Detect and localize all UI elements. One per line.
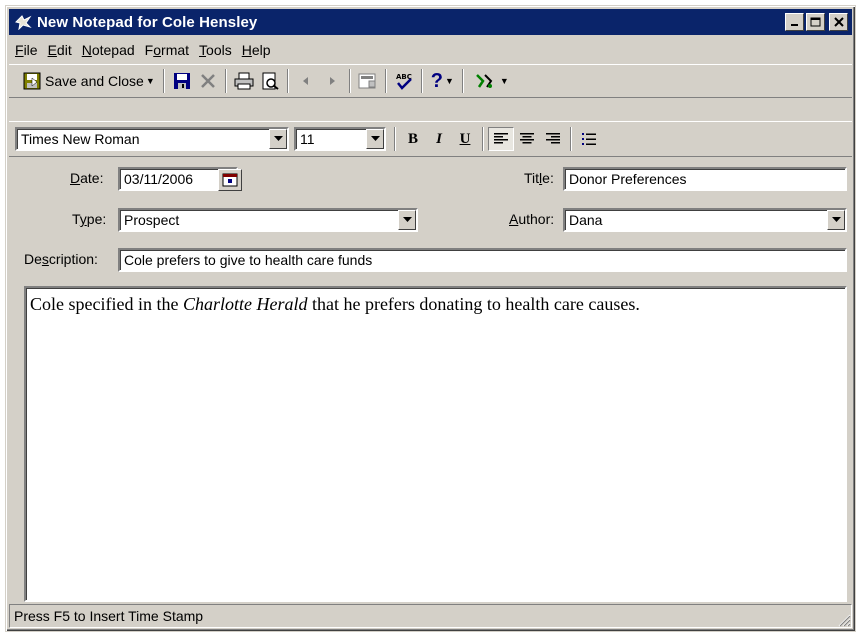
menu-format[interactable]: Format: [140, 42, 194, 58]
author-dropdown-icon[interactable]: [827, 210, 845, 230]
save-and-close-label: Save and Close: [45, 73, 144, 89]
description-label: Description:: [24, 251, 98, 267]
help-button[interactable]: ? ▼: [427, 68, 458, 94]
tools-icon: [474, 70, 496, 92]
align-right-icon: [546, 133, 560, 144]
bullets-icon: [582, 133, 596, 145]
title-value: Donor Preferences: [569, 171, 687, 187]
notepad-window: New Notepad for Cole Hensley File Edit Not…: [5, 5, 856, 632]
font-size-dropdown-icon[interactable]: [366, 129, 384, 149]
author-value: Dana: [569, 212, 603, 228]
toolbar-separator: [224, 69, 227, 93]
menu-tools[interactable]: Tools: [194, 42, 237, 58]
spell-check-icon[interactable]: ABC: [393, 70, 415, 92]
align-center-button[interactable]: [514, 127, 540, 151]
description-value: Cole prefers to give to health care fund…: [124, 252, 373, 268]
date-label: Date:: [70, 170, 104, 186]
next-icon[interactable]: [321, 70, 343, 92]
status-bar: Press F5 to Insert Time Stamp: [9, 604, 852, 628]
tools-dropdown-icon[interactable]: ▼: [500, 76, 509, 86]
save-and-close-dropdown-icon[interactable]: ▼: [146, 76, 155, 86]
note-text-italic: Charlotte Herald: [182, 294, 308, 314]
help-dropdown-icon[interactable]: ▼: [445, 76, 454, 86]
font-size-value: 11: [300, 131, 315, 147]
italic-button[interactable]: I: [426, 127, 452, 151]
properties-icon[interactable]: [357, 70, 379, 92]
menu-edit[interactable]: Edit: [43, 42, 77, 58]
status-text: Press F5 to Insert Time Stamp: [14, 608, 204, 624]
title-bar[interactable]: New Notepad for Cole Hensley: [9, 9, 852, 35]
note-text-before: Cole specified in the: [30, 294, 183, 314]
save-close-icon: [21, 70, 43, 92]
title-field[interactable]: Donor Preferences: [563, 167, 847, 191]
author-label: Author:: [509, 211, 555, 227]
toolbar-separator: [570, 127, 572, 151]
calendar-icon: [222, 173, 238, 187]
align-center-icon: [520, 133, 534, 144]
save-icon[interactable]: [171, 70, 193, 92]
close-button[interactable]: [829, 13, 848, 31]
underline-button[interactable]: U: [452, 127, 478, 151]
menu-notepad[interactable]: Notepad: [77, 42, 140, 58]
print-preview-icon[interactable]: [259, 70, 281, 92]
type-select[interactable]: Prospect: [118, 208, 418, 232]
font-name-dropdown-icon[interactable]: [269, 129, 287, 149]
toolbar-separator: [348, 69, 351, 93]
type-dropdown-icon[interactable]: [398, 210, 416, 230]
title-label: Title:: [524, 170, 554, 186]
toolbar-separator: [162, 69, 165, 93]
tools-button[interactable]: ▼: [468, 68, 513, 94]
resize-grip-icon[interactable]: [837, 613, 851, 627]
font-name-value: Times New Roman: [21, 131, 140, 147]
maximize-button[interactable]: [806, 13, 825, 31]
formatting-toolbar: Times New Roman 11 B I U: [9, 121, 852, 157]
date-picker-button[interactable]: [218, 169, 242, 191]
toolbar-separator: [394, 127, 396, 151]
bullets-button[interactable]: [576, 127, 602, 151]
save-and-close-button[interactable]: Save and Close ▼: [15, 68, 159, 94]
align-right-button[interactable]: [540, 127, 566, 151]
delete-icon[interactable]: [197, 70, 219, 92]
font-size-select[interactable]: 11: [294, 127, 386, 151]
date-value: 03/11/2006: [124, 171, 194, 187]
window-title: New Notepad for Cole Hensley: [37, 13, 258, 31]
print-icon[interactable]: [233, 70, 255, 92]
type-label: Type:: [72, 211, 107, 227]
toolbar-separator: [384, 69, 387, 93]
toolbar-separator: [286, 69, 289, 93]
note-text-after: that he prefers donating to health care …: [307, 294, 640, 314]
minimize-button[interactable]: [785, 13, 804, 31]
bold-button[interactable]: B: [400, 127, 426, 151]
menu-bar: File Edit Notepad Format Tools Help: [10, 39, 276, 61]
align-left-button[interactable]: [488, 127, 514, 151]
toolbar-separator: [420, 69, 423, 93]
standard-toolbar: Save and Close ▼ ABC ? ▼ ▼: [9, 64, 852, 98]
font-name-select[interactable]: Times New Roman: [15, 127, 289, 151]
menu-file[interactable]: File: [10, 42, 43, 58]
previous-icon[interactable]: [295, 70, 317, 92]
description-field[interactable]: Cole prefers to give to health care fund…: [118, 248, 847, 272]
help-icon: ?: [430, 69, 443, 92]
notepad-app-icon[interactable]: [14, 13, 32, 31]
toolbar-separator: [482, 127, 484, 151]
menu-help[interactable]: Help: [237, 42, 276, 58]
type-value: Prospect: [124, 212, 180, 228]
align-left-icon: [494, 133, 508, 144]
toolbar-separator: [461, 69, 464, 93]
author-select[interactable]: Dana: [563, 208, 847, 232]
note-editor[interactable]: Cole specified in the Charlotte Herald t…: [24, 286, 847, 602]
